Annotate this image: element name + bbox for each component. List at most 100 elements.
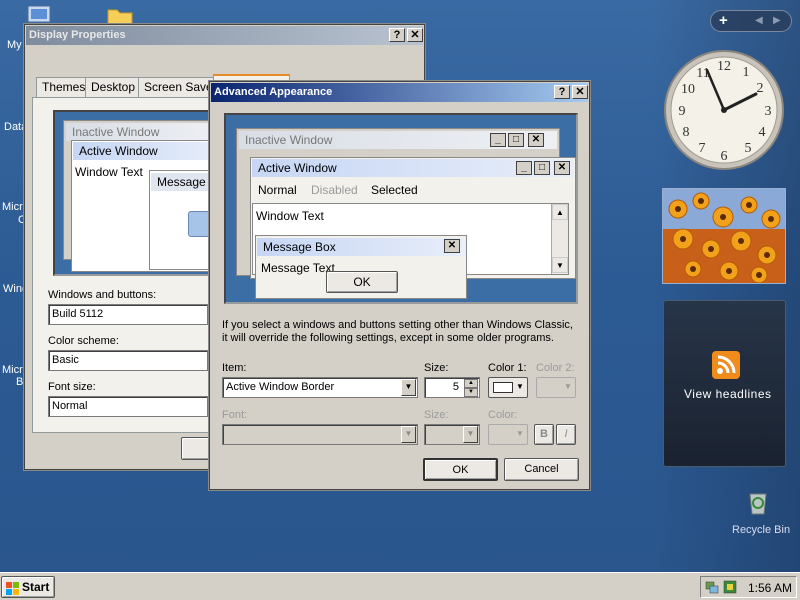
next-icon[interactable]: ▶ [773, 15, 781, 26]
svg-text:12: 12 [717, 59, 731, 74]
color1-picker[interactable]: ▼ [488, 377, 528, 398]
minimize-icon: _ [516, 161, 532, 175]
svg-text:3: 3 [765, 104, 772, 119]
menu-disabled[interactable]: Disabled [311, 183, 358, 197]
color-swatch [493, 382, 513, 393]
windows-buttons-label: Windows and buttons: [48, 289, 157, 301]
advanced-appearance-titlebar[interactable]: Advanced Appearance [211, 83, 588, 102]
add-gadget-icon[interactable]: + [719, 12, 728, 29]
color-scheme-select[interactable]: Basic [48, 350, 208, 371]
help-button[interactable]: ? [389, 28, 405, 42]
font-color-picker[interactable]: ▼ [488, 424, 528, 445]
close-icon: ✕ [528, 133, 544, 147]
size-spinner[interactable]: 5 ▲ ▼ [424, 377, 480, 398]
chevron-down-icon[interactable]: ▼ [463, 426, 478, 443]
svg-text:7: 7 [699, 141, 706, 156]
font-size-label: Size: [424, 409, 449, 421]
info-text-line2: it will override the following settings,… [222, 332, 554, 344]
close-button[interactable]: ✕ [407, 28, 423, 42]
close-button[interactable]: ✕ [572, 85, 588, 99]
window-title: Display Properties [29, 29, 126, 41]
menu-selected[interactable]: Selected [371, 183, 418, 197]
svg-text:9: 9 [679, 104, 686, 119]
preview-window-text: Window Text [75, 165, 143, 179]
previous-icon[interactable]: ◀ [755, 15, 763, 26]
size-label: Size: [424, 362, 449, 374]
chevron-down-icon: ▼ [564, 382, 572, 391]
network-icon[interactable] [705, 580, 719, 594]
sidebar-controls: + ◀ ▶ [710, 10, 792, 32]
cancel-button[interactable]: Cancel [504, 458, 579, 481]
start-label: Start [22, 580, 50, 594]
maximize-icon: □ [508, 133, 524, 147]
view-headlines-label[interactable]: View headlines [684, 387, 772, 401]
color1-label: Color 1: [488, 362, 527, 374]
rss-icon [712, 351, 740, 379]
svg-text:6: 6 [721, 149, 728, 164]
tab-themes[interactable]: Themes [36, 77, 92, 97]
advanced-appearance-dialog: Advanced Appearance ? ✕ Inactive Window … [208, 80, 591, 491]
chevron-down-icon: ▼ [516, 429, 524, 438]
color2-picker[interactable]: ▼ [536, 377, 576, 398]
recycle-bin-label[interactable]: Recycle Bin [732, 524, 790, 536]
info-text-line1: If you select a windows and buttons sett… [222, 319, 573, 331]
svg-text:4: 4 [759, 125, 766, 140]
clock[interactable]: 1:56 AM [748, 581, 792, 595]
preview-scrollbar[interactable]: ▲ ▼ [551, 204, 568, 274]
display-properties-titlebar[interactable]: Display Properties [26, 26, 423, 45]
svg-text:2: 2 [757, 81, 764, 96]
svg-text:8: 8 [683, 125, 690, 140]
menu-normal[interactable]: Normal [258, 183, 297, 197]
system-tray: 1:56 AM [700, 576, 797, 598]
advanced-preview: Inactive Window _ □ ✕ Active Window _ □ … [224, 113, 578, 304]
scroll-down-icon: ▼ [552, 257, 568, 273]
close-icon: ✕ [444, 239, 460, 253]
feed-gadget[interactable]: View headlines [663, 300, 786, 467]
chevron-down-icon[interactable]: ▼ [401, 426, 416, 443]
recycle-bin-icon[interactable] [744, 488, 772, 516]
tray-app-icon[interactable] [723, 580, 737, 594]
dialog-title: Advanced Appearance [214, 86, 333, 98]
preview-message-box[interactable]: Message Box ✕ Message Text OK [255, 235, 467, 299]
preview-message-text: Message Text [261, 261, 335, 275]
close-icon: ✕ [554, 161, 570, 175]
chevron-down-icon: ▼ [516, 382, 524, 391]
font-size-select[interactable]: Normal [48, 396, 208, 417]
scroll-up-icon: ▲ [552, 204, 568, 220]
clock-gadget[interactable]: 12 1 2 3 4 5 6 7 8 9 10 11 [662, 48, 786, 172]
preview-message-title: Message Box [257, 238, 465, 256]
preview-window-text: Window Text [256, 209, 324, 223]
font-size-select[interactable]: ▼ [424, 424, 480, 445]
tab-desktop[interactable]: Desktop [85, 77, 142, 97]
font-size-label: Font size: [48, 381, 96, 393]
spinner-up-icon[interactable]: ▲ [464, 379, 478, 388]
windows-buttons-select[interactable]: Build 5112 [48, 304, 208, 325]
bold-button[interactable]: B [534, 424, 554, 445]
desktop-icon-label[interactable]: My [7, 39, 22, 51]
font-color-label: Color: [488, 409, 518, 421]
ok-button[interactable]: OK [423, 458, 498, 481]
svg-text:1: 1 [743, 65, 750, 80]
maximize-icon: □ [534, 161, 550, 175]
preview-inactive-title: Inactive Window [66, 123, 222, 141]
start-button[interactable]: Start [1, 576, 55, 598]
appearance-preview: Inactive Window Active Window Window Tex… [53, 110, 225, 276]
font-label: Font: [222, 409, 248, 421]
preview-active-title: Active Window [73, 142, 223, 160]
svg-text:5: 5 [745, 141, 752, 156]
spinner-down-icon[interactable]: ▼ [464, 388, 478, 397]
minimize-icon: _ [490, 133, 506, 147]
item-select[interactable]: Active Window Border ▼ [222, 377, 418, 398]
help-button[interactable]: ? [554, 85, 570, 99]
windows-logo-icon [6, 581, 19, 595]
color2-label: Color 2: [536, 362, 575, 374]
svg-text:10: 10 [681, 82, 695, 97]
taskbar: Start 1:56 AM [0, 572, 800, 600]
color-scheme-label: Color scheme: [48, 335, 119, 347]
item-label: Item: [222, 362, 247, 374]
slideshow-gadget[interactable] [662, 188, 786, 284]
preview-ok-button[interactable]: OK [326, 271, 398, 293]
font-select[interactable]: ▼ [222, 424, 418, 445]
italic-button[interactable]: I [556, 424, 576, 445]
chevron-down-icon[interactable]: ▼ [401, 379, 416, 396]
